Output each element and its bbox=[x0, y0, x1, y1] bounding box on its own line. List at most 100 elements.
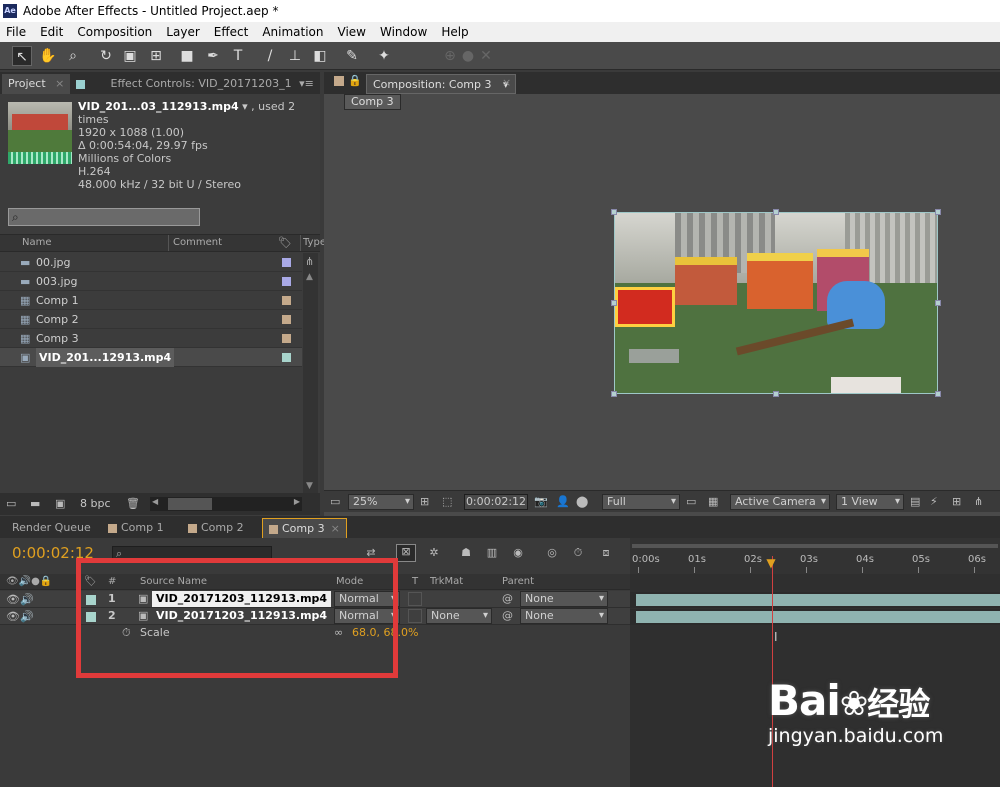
comp-breadcrumb[interactable]: Comp 3 bbox=[344, 94, 401, 110]
preserve-transparency-checkbox[interactable] bbox=[408, 609, 422, 623]
resolution-dropdown[interactable]: Full bbox=[602, 494, 680, 510]
graph-editor-icon[interactable]: ⧈ bbox=[596, 546, 616, 560]
project-scrollbar[interactable]: ⋔ ▲ ▼ bbox=[303, 253, 318, 493]
flowchart-icon[interactable]: ⋔ bbox=[974, 495, 983, 509]
scroll-left-icon[interactable]: ◀ bbox=[152, 497, 158, 506]
viewer-timecode[interactable]: 0:00:02:12 bbox=[464, 494, 528, 510]
scroll-up-icon[interactable]: ▲ bbox=[306, 272, 313, 282]
menu-help[interactable]: Help bbox=[435, 25, 476, 39]
chevron-down-icon[interactable]: ▾ bbox=[242, 100, 248, 113]
label-color-swatch[interactable] bbox=[282, 353, 291, 362]
transform-handle[interactable] bbox=[611, 209, 617, 215]
list-item[interactable]: ▦ Comp 3 bbox=[0, 329, 302, 348]
pixel-aspect-icon[interactable]: ▤ bbox=[910, 495, 920, 509]
tab-comp-2[interactable]: Comp 2 bbox=[182, 518, 250, 538]
horizontal-scrollbar[interactable]: ◀ ▶ bbox=[150, 497, 302, 511]
keyframe-marker-icon[interactable]: I bbox=[774, 630, 778, 644]
close-icon[interactable]: × bbox=[502, 76, 511, 89]
clone-stamp-tool-icon[interactable]: ⊥ bbox=[285, 46, 305, 66]
list-item[interactable]: ▬ 00.jpg bbox=[0, 253, 302, 272]
tab-comp-3[interactable]: Comp 3 × bbox=[262, 518, 347, 538]
pan-behind-tool-icon[interactable]: ⊞ bbox=[146, 46, 166, 66]
menu-view[interactable]: View bbox=[332, 25, 374, 39]
camera-dropdown[interactable]: Active Camera bbox=[730, 494, 830, 510]
comp-viewer-image[interactable] bbox=[614, 212, 938, 394]
tab-effect-controls[interactable]: Effect Controls: VID_20171203_1 ▾≡ bbox=[70, 74, 320, 94]
transform-handle[interactable] bbox=[773, 391, 779, 397]
search-input[interactable]: ⌕ bbox=[8, 208, 200, 226]
camera-tool-icon[interactable]: ▣ bbox=[120, 46, 140, 66]
label-color-swatch[interactable] bbox=[282, 315, 291, 324]
tab-composition[interactable]: Composition: Comp 3 ▾ bbox=[366, 74, 516, 94]
rotate-tool-icon[interactable]: ↻ bbox=[96, 46, 116, 66]
trash-icon[interactable]: 🗑 bbox=[126, 497, 140, 511]
label-color-swatch[interactable] bbox=[282, 277, 291, 286]
scroll-down-icon[interactable]: ▼ bbox=[306, 481, 313, 491]
tab-project[interactable]: Project × bbox=[2, 74, 71, 94]
list-item[interactable]: ▣ VID_201...12913.mp4 bbox=[0, 348, 302, 367]
list-item[interactable]: ▦ Comp 1 bbox=[0, 291, 302, 310]
bpc-label[interactable]: 8 bpc bbox=[80, 497, 111, 510]
lock-icon[interactable]: 🔒 bbox=[348, 74, 362, 87]
draft-3d-icon[interactable]: ✲ bbox=[424, 546, 444, 560]
col-type[interactable]: Type bbox=[300, 235, 326, 251]
zoom-dropdown[interactable]: 25% bbox=[348, 494, 414, 510]
transform-handle[interactable] bbox=[611, 300, 617, 306]
col-parent[interactable]: Parent bbox=[502, 574, 534, 590]
layer-duration-bar[interactable] bbox=[636, 611, 1000, 623]
axis-mode-icon[interactable]: ⊕ bbox=[440, 46, 460, 66]
pen-tool-icon[interactable]: ✒ bbox=[203, 46, 223, 66]
pickwhip-icon[interactable]: @ bbox=[502, 592, 513, 606]
hide-shy-layers-icon[interactable]: ☗ bbox=[456, 546, 476, 560]
label-color-swatch[interactable] bbox=[282, 296, 291, 305]
trkmat-dropdown[interactable]: None bbox=[426, 608, 492, 624]
menu-edit[interactable]: Edit bbox=[34, 25, 71, 39]
eraser-tool-icon[interactable]: ◧ bbox=[310, 46, 330, 66]
parent-dropdown[interactable]: None bbox=[520, 591, 608, 607]
menu-animation[interactable]: Animation bbox=[256, 25, 331, 39]
label-color-swatch[interactable] bbox=[282, 258, 291, 267]
transform-handle[interactable] bbox=[773, 209, 779, 215]
pickwhip-icon[interactable]: @ bbox=[502, 609, 513, 623]
work-area-bar[interactable] bbox=[632, 544, 998, 548]
close-icon[interactable]: × bbox=[331, 522, 340, 535]
zoom-tool-icon[interactable]: ⌕ bbox=[63, 46, 83, 66]
preserve-transparency-checkbox[interactable] bbox=[408, 592, 422, 606]
brush-tool-icon[interactable]: / bbox=[260, 46, 280, 66]
roto-brush-tool-icon[interactable]: ✎ bbox=[342, 46, 362, 66]
menu-file[interactable]: File bbox=[0, 25, 34, 39]
flowchart-icon[interactable]: ⋔ bbox=[305, 255, 314, 268]
audio-icon[interactable]: 🔊 bbox=[20, 593, 34, 607]
visibility-icon[interactable]: 👁 bbox=[6, 610, 20, 624]
puppet-pin-tool-icon[interactable]: ✦ bbox=[374, 46, 394, 66]
transform-handle[interactable] bbox=[935, 209, 941, 215]
col-comment[interactable]: Comment bbox=[168, 235, 222, 251]
list-item[interactable]: ▦ Comp 2 bbox=[0, 310, 302, 329]
tab-comp-1[interactable]: Comp 1 bbox=[102, 518, 170, 538]
current-time-indicator-icon[interactable]: ▼ bbox=[766, 556, 775, 570]
fast-previews-icon[interactable]: ⚡ bbox=[930, 495, 938, 509]
time-ruler[interactable]: 0:00s 01s 02s 03s 04s 05s 06s bbox=[630, 538, 1000, 574]
motion-blur-icon[interactable]: ◉ bbox=[508, 546, 528, 560]
transform-handle[interactable] bbox=[611, 391, 617, 397]
menu-layer[interactable]: Layer bbox=[160, 25, 207, 39]
camera-snapshot-icon[interactable]: 📷 bbox=[534, 495, 548, 509]
label-tag-icon[interactable]: 🏷 bbox=[278, 235, 292, 251]
panel-menu-icon[interactable]: ▾≡ bbox=[299, 77, 314, 90]
interpret-footage-icon[interactable]: ▭ bbox=[6, 497, 16, 511]
selection-tool-icon[interactable]: ↖ bbox=[12, 46, 32, 66]
auto-keyframe-icon[interactable]: ⏱ bbox=[568, 546, 588, 560]
live-update-icon[interactable]: ⊠ bbox=[396, 544, 416, 562]
tab-render-queue[interactable]: Render Queue bbox=[6, 518, 97, 538]
label-color-swatch[interactable] bbox=[282, 334, 291, 343]
rectangle-tool-icon[interactable]: ■ bbox=[177, 46, 197, 66]
view-layout-dropdown[interactable]: 1 View bbox=[836, 494, 904, 510]
parent-dropdown[interactable]: None bbox=[520, 608, 608, 624]
transparency-grid-icon[interactable]: ▦ bbox=[708, 495, 718, 509]
hand-tool-icon[interactable]: ✋ bbox=[38, 46, 58, 66]
audio-icon[interactable]: 🔊 bbox=[20, 610, 34, 624]
timeline-icon[interactable]: ⊞ bbox=[952, 495, 961, 509]
world-axis-icon[interactable]: ● bbox=[458, 46, 478, 66]
menu-effect[interactable]: Effect bbox=[208, 25, 257, 39]
always-preview-icon[interactable]: ▭ bbox=[330, 495, 340, 509]
